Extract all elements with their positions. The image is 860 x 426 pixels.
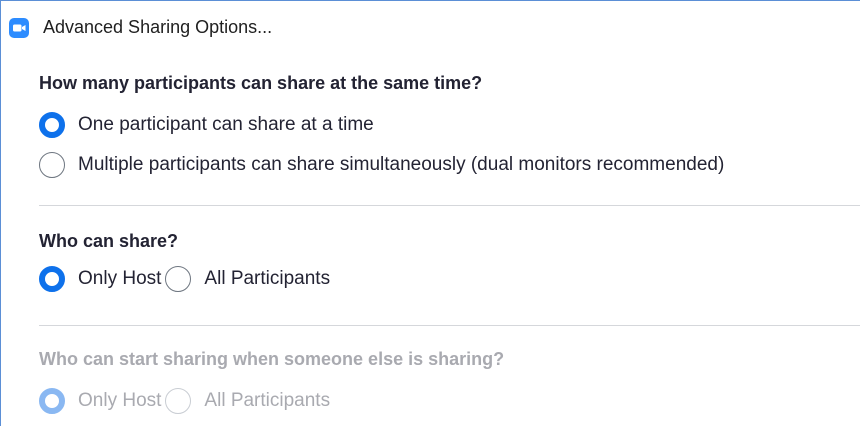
radio-one-participant[interactable]: One participant can share at a time	[39, 111, 380, 139]
start-sharing-heading: Who can start sharing when someone else …	[39, 349, 505, 369]
radio-label-only-host: Only Host	[78, 390, 162, 411]
radio-label-all-participants: All Participants	[204, 390, 331, 411]
who-can-share-options: Only Host All Participants	[39, 265, 336, 293]
radio-all-participants-disabled[interactable]	[165, 388, 192, 414]
start-sharing-options: Only Host All Participants	[39, 387, 336, 415]
radio-label: Multiple participants can share simultan…	[78, 154, 725, 175]
radio-multiple-participants[interactable]: Multiple participants can share simultan…	[39, 151, 730, 179]
radio-all-participants[interactable]	[165, 266, 192, 292]
zoom-camera-icon	[9, 18, 29, 38]
radio-label-only-host: Only Host	[78, 268, 162, 289]
share-count-heading: How many participants can share at the s…	[39, 73, 483, 93]
radio-label-all-participants: All Participants	[204, 268, 331, 289]
who-can-share-heading: Who can share?	[39, 231, 179, 251]
radio-only-host[interactable]	[39, 266, 65, 292]
section-divider	[39, 205, 860, 206]
title-bar: Advanced Sharing Options...	[1, 1, 860, 41]
radio-label: One participant can share at a time	[78, 114, 374, 135]
radio-button-selected[interactable]	[39, 112, 65, 138]
advanced-sharing-options-window: Advanced Sharing Options... How many par…	[0, 0, 860, 426]
radio-button-unselected[interactable]	[39, 152, 65, 178]
window-title: Advanced Sharing Options...	[43, 17, 273, 37]
section-divider	[39, 325, 860, 326]
radio-only-host-disabled[interactable]	[39, 388, 65, 414]
